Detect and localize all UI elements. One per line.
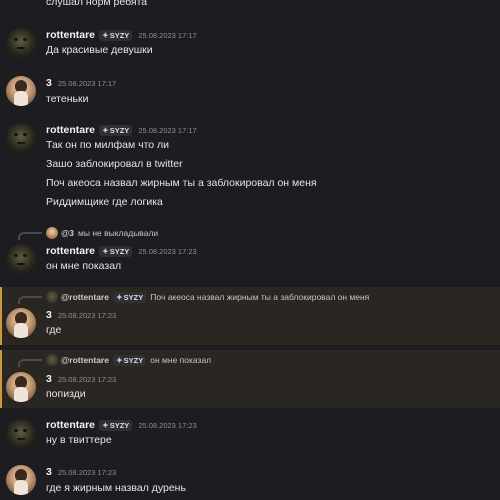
sparkle-icon: ✦ (102, 30, 109, 40)
message-text: Риддимщике где логика (46, 196, 163, 208)
sparkle-icon: ✦ (102, 246, 109, 256)
clan-tag-label: SYZY (123, 355, 144, 365)
avatar-rottentare[interactable] (6, 244, 36, 274)
message-text: Зашо заблокировал в twitter (46, 158, 183, 170)
username[interactable]: 3 (46, 77, 52, 89)
avatar-rottentare[interactable] (6, 123, 36, 153)
timestamp: 25.08.2023 17:23 (57, 310, 117, 320)
timestamp: 25.08.2023 17:23 (138, 246, 197, 256)
reply-author: @rottentare (61, 355, 109, 365)
message-header: 3 25.08.2023 17:23 (46, 308, 116, 322)
clan-tag[interactable]: ✦ SYZY (99, 29, 133, 41)
sparkle-icon: ✦ (102, 125, 109, 135)
message-text: где (46, 324, 62, 336)
reply-connector (18, 359, 42, 367)
message-text: ну в твиттере (46, 434, 112, 446)
username[interactable]: 3 (46, 309, 52, 321)
reply-connector (18, 296, 42, 304)
message-text: он мне показал (46, 260, 122, 272)
clan-tag-label: SYZY (123, 292, 144, 302)
username[interactable]: rottentare (46, 124, 95, 136)
message-text: Так он по милфам что ли (46, 139, 170, 151)
reply-avatar (46, 227, 58, 239)
clan-tag[interactable]: ✦ SYZY (99, 245, 133, 257)
timestamp: 25.08.2023 17:17 (138, 30, 197, 40)
reply-text: мы не выкладывали (78, 228, 159, 238)
avatar-rottentare[interactable] (6, 419, 36, 449)
timestamp: 25.08.2023 17:17 (138, 125, 197, 135)
reply-preview[interactable]: @rottentare ✦ SYZY Поч акеоса назвал жирн… (46, 291, 369, 303)
reply-author: @rottentare (61, 292, 109, 302)
chat-log: слушал норм ребята rottentare ✦ SYZY 25.0… (0, 0, 500, 500)
reply-avatar (46, 354, 58, 366)
message-text: попизди (46, 388, 86, 400)
avatar-3[interactable] (6, 308, 36, 338)
message-header: 3 25.08.2023 17:17 (46, 76, 116, 90)
sparkle-icon: ✦ (102, 420, 109, 430)
clan-tag: ✦ SYZY (112, 291, 147, 303)
message-text: тетеньки (46, 93, 89, 105)
message-header: rottentare ✦ SYZY 25.08.2023 17:17 (46, 123, 197, 137)
timestamp: 25.08.2023 17:23 (138, 420, 197, 430)
username[interactable]: rottentare (46, 245, 95, 257)
reply-text: он мне показал (150, 355, 212, 365)
avatar-3[interactable] (6, 372, 36, 402)
sparkle-icon: ✦ (115, 292, 123, 302)
avatar-3[interactable] (6, 76, 36, 106)
avatar-rottentare[interactable] (6, 28, 36, 58)
clan-tag-label: SYZY (109, 30, 130, 40)
clan-tag: ✦ SYZY (112, 354, 147, 366)
message-header: 3 25.08.2023 17:23 (46, 465, 116, 479)
timestamp: 25.08.2023 17:23 (57, 467, 117, 477)
clan-tag[interactable]: ✦ SYZY (99, 419, 133, 431)
username[interactable]: 3 (46, 373, 52, 385)
message-text: Да красивые девушки (46, 44, 153, 56)
reply-author: @3 (61, 228, 75, 238)
reply-preview[interactable]: @3 мы не выкладывали (46, 227, 158, 239)
message-header: rottentare ✦ SYZY 25.08.2023 17:23 (46, 418, 197, 432)
sparkle-icon: ✦ (115, 355, 123, 365)
username[interactable]: 3 (46, 466, 52, 478)
username[interactable]: rottentare (46, 419, 95, 431)
message-text: где я жирным назвал дурень (46, 482, 186, 494)
avatar-3[interactable] (6, 465, 36, 495)
reply-avatar (46, 291, 58, 303)
message-text: слушал норм ребята (46, 0, 148, 8)
clan-tag-label: SYZY (109, 125, 130, 135)
message-header: rottentare ✦ SYZY 25.08.2023 17:17 (46, 28, 197, 42)
username[interactable]: rottentare (46, 29, 95, 41)
message-header: rottentare ✦ SYZY 25.08.2023 17:23 (46, 244, 197, 258)
clan-tag-label: SYZY (109, 246, 130, 256)
timestamp: 25.08.2023 17:17 (57, 78, 117, 88)
reply-connector (18, 232, 42, 240)
reply-preview[interactable]: @rottentare ✦ SYZY он мне показал (46, 354, 211, 366)
message-text: Поч акеоса назвал жирным ты а заблокиров… (46, 177, 317, 189)
clan-tag[interactable]: ✦ SYZY (99, 124, 133, 136)
reply-text: Поч акеоса назвал жирным ты а заблокиров… (150, 292, 370, 302)
message-header: 3 25.08.2023 17:23 (46, 372, 116, 386)
clan-tag-label: SYZY (109, 420, 130, 430)
timestamp: 25.08.2023 17:23 (57, 374, 117, 384)
